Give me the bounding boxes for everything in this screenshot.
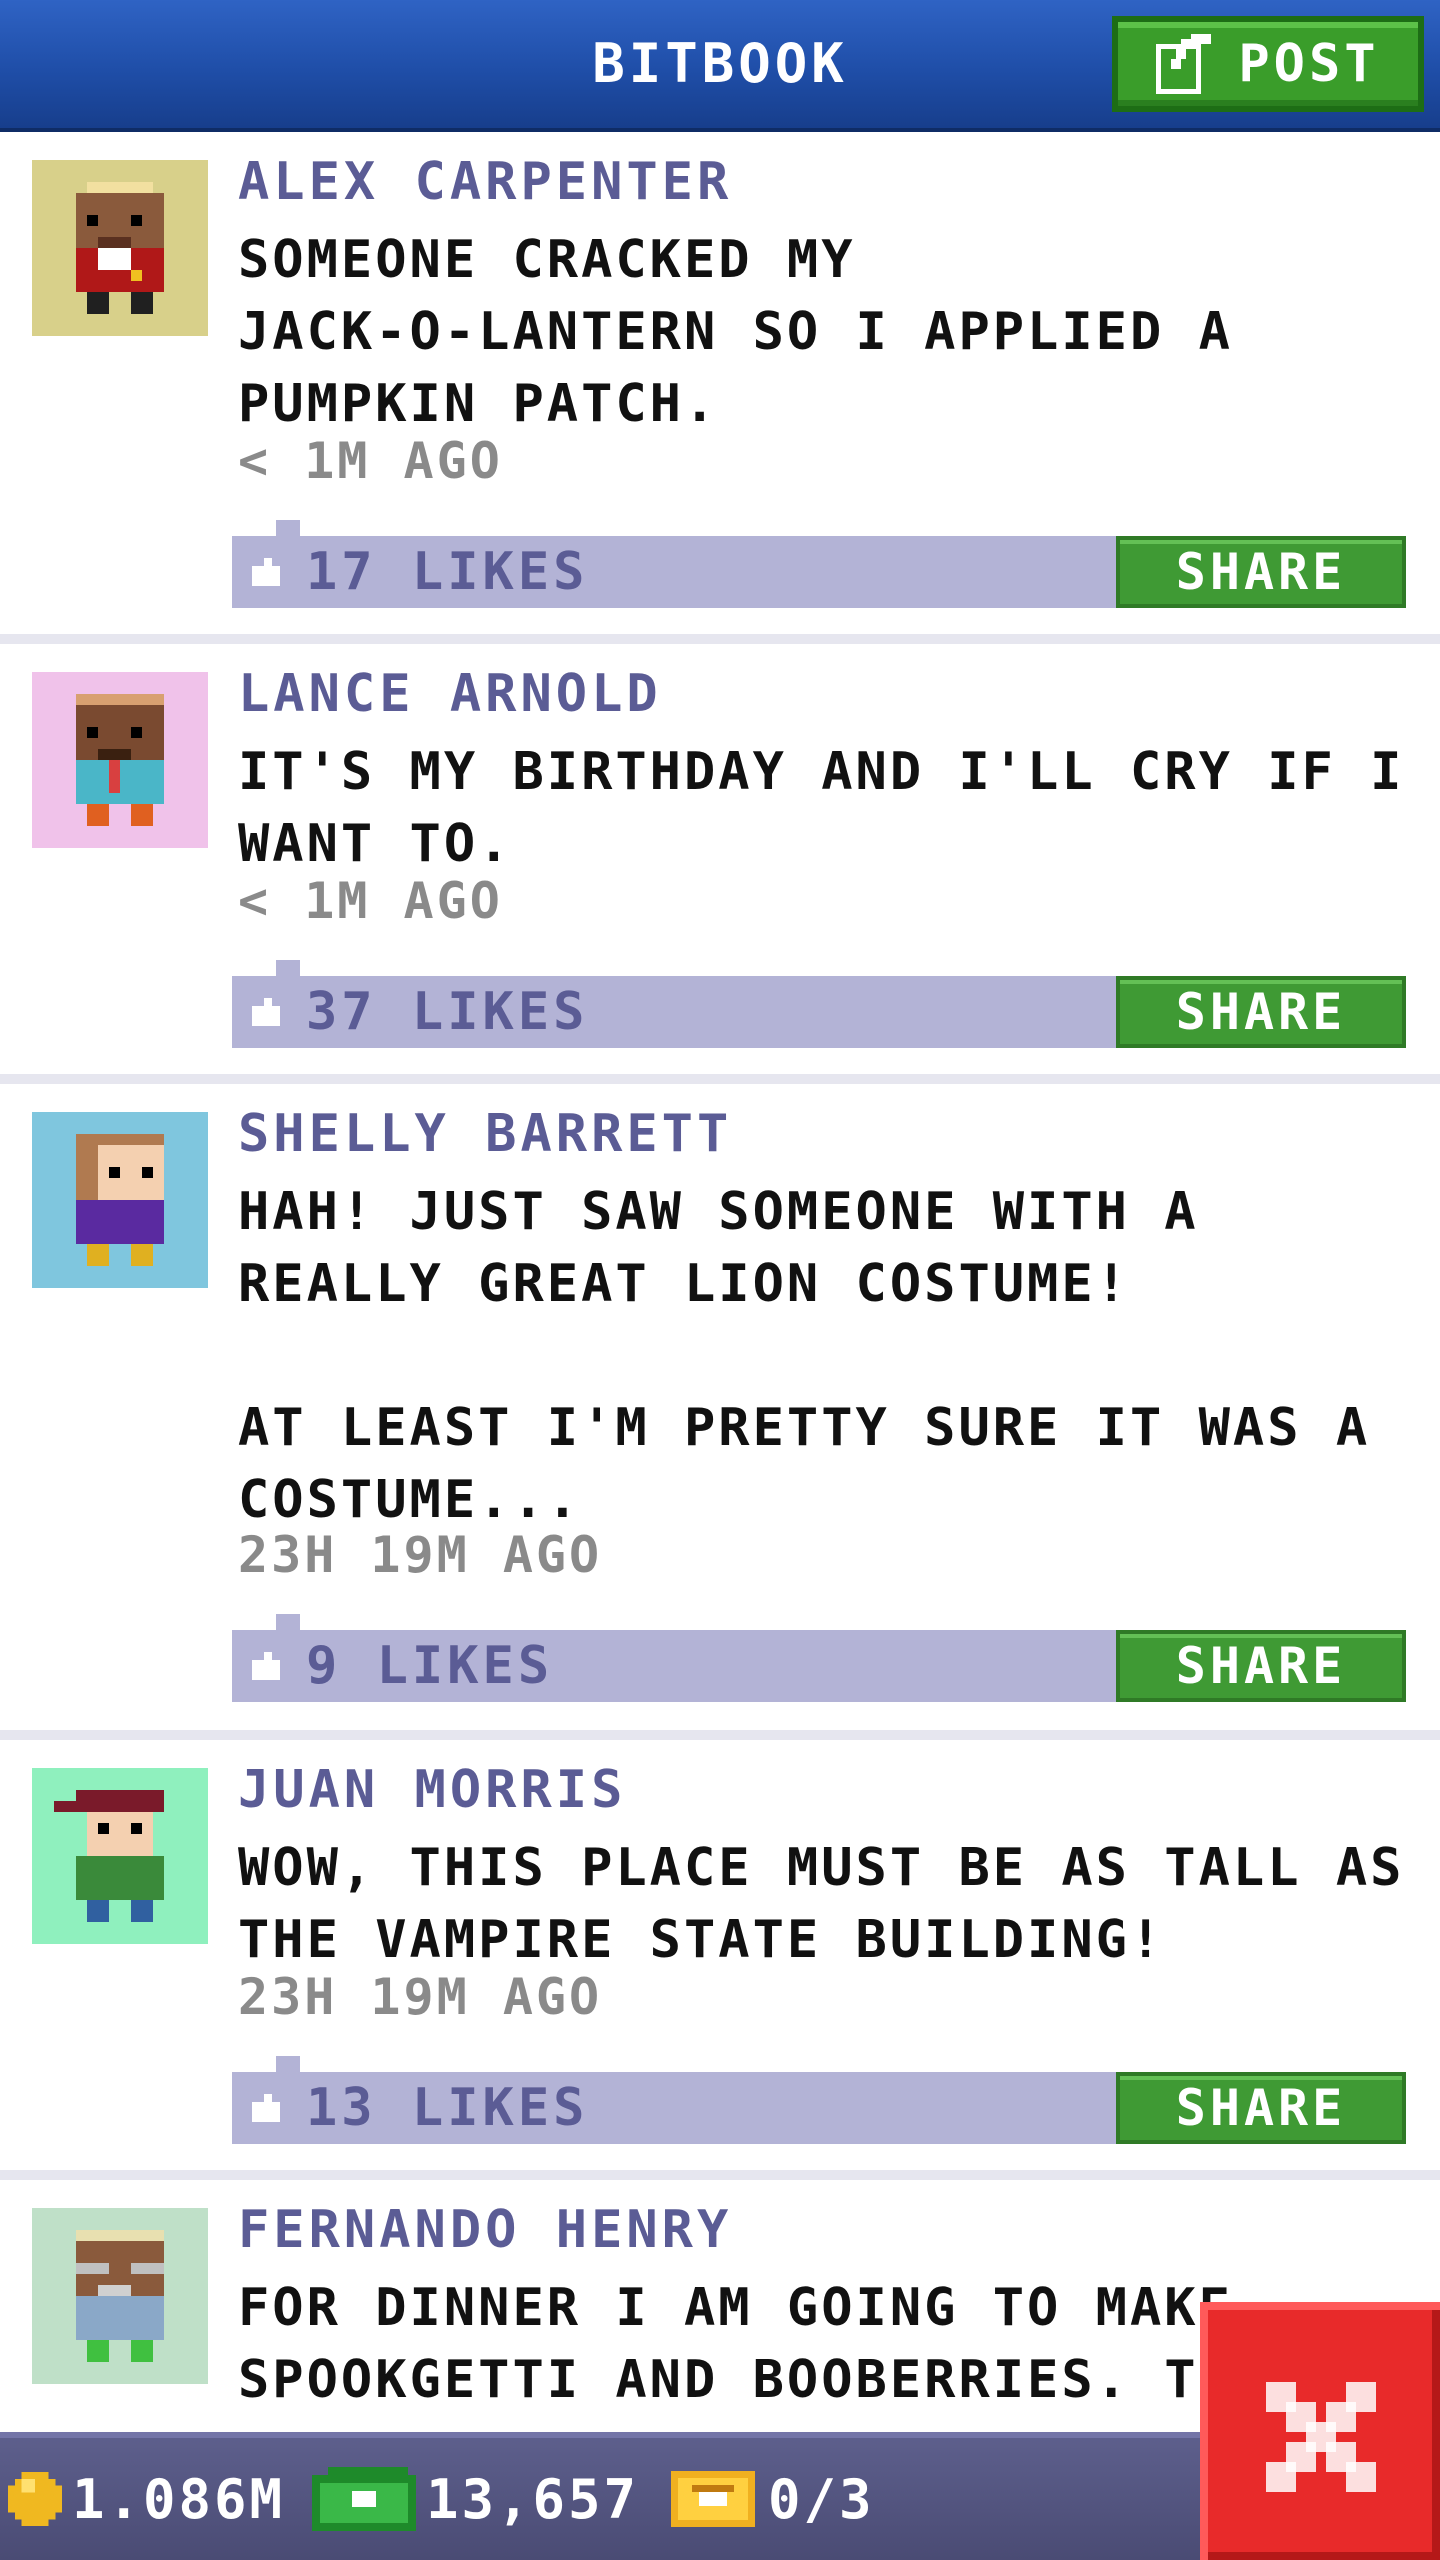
ticket-count: 0/3 <box>768 2467 875 2531</box>
feed-post: JUAN MORRIS WOW, THIS PLACE MUST BE AS T… <box>0 1740 1440 2180</box>
like-bar: 9 LIKES SHARE <box>232 1614 1406 1702</box>
post-author[interactable]: LANCE ARNOLD <box>238 664 662 724</box>
feed-post: ALEX CARPENTER SOMEONE CRACKED MY JACK-O… <box>0 132 1440 644</box>
app-header: BITBOOK POST <box>0 0 1440 132</box>
ticket-icon <box>668 2471 758 2527</box>
news-feed[interactable]: ALEX CARPENTER SOMEONE CRACKED MY JACK-O… <box>0 132 1440 2432</box>
avatar[interactable] <box>32 1768 208 1944</box>
like-bar: 17 LIKES SHARE <box>232 520 1406 608</box>
post-message: SOMEONE CRACKED MY JACK-O-LANTERN SO I A… <box>238 230 1233 434</box>
share-button[interactable]: SHARE <box>1116 1630 1406 1702</box>
coin-stat[interactable]: 1.086M <box>8 2438 285 2560</box>
share-button[interactable]: SHARE <box>1116 536 1406 608</box>
like-bar-bump <box>276 2056 300 2074</box>
post-message: HAH! JUST SAW SOMEONE WITH A REALLY GREA… <box>238 1182 1371 1530</box>
like-count: 9 LIKES <box>306 1636 554 1696</box>
post-author[interactable]: JUAN MORRIS <box>238 1760 626 1820</box>
coin-count: 1.086M <box>72 2467 286 2531</box>
cash-icon <box>312 2467 416 2531</box>
like-bar: 37 LIKES SHARE <box>232 960 1406 1048</box>
post-author[interactable]: FERNANDO HENRY <box>238 2200 732 2260</box>
post-author[interactable]: ALEX CARPENTER <box>238 152 732 212</box>
like-icon[interactable] <box>252 1652 280 1680</box>
post-time: < 1M AGO <box>238 872 503 930</box>
share-button[interactable]: SHARE <box>1116 2072 1406 2144</box>
post-button-label: POST <box>1238 34 1380 94</box>
like-count: 37 LIKES <box>306 982 589 1042</box>
feed-post: SHELLY BARRETT HAH! JUST SAW SOMEONE WIT… <box>0 1084 1440 1740</box>
like-count: 13 LIKES <box>306 2078 589 2138</box>
avatar[interactable] <box>32 672 208 848</box>
feed-post: LANCE ARNOLD IT'S MY BIRTHDAY AND I'LL C… <box>0 644 1440 1084</box>
like-icon[interactable] <box>252 2094 280 2122</box>
share-button[interactable]: SHARE <box>1116 976 1406 1048</box>
like-icon[interactable] <box>252 998 280 1026</box>
cash-count: 13,657 <box>426 2467 640 2531</box>
close-icon <box>1266 2382 1376 2492</box>
post-author[interactable]: SHELLY BARRETT <box>238 1104 732 1164</box>
cash-stat[interactable]: 13,657 <box>312 2438 639 2560</box>
edit-icon <box>1156 34 1216 94</box>
coin-icon <box>8 2472 62 2526</box>
like-icon[interactable] <box>252 558 280 586</box>
post-button[interactable]: POST <box>1112 16 1424 112</box>
post-time: 23H 19M AGO <box>238 1526 603 1584</box>
avatar[interactable] <box>32 1112 208 1288</box>
ticket-stat[interactable]: 0/3 <box>668 2438 875 2560</box>
post-message: WOW, THIS PLACE MUST BE AS TALL AS THE V… <box>238 1838 1405 1970</box>
like-bar-bump <box>276 520 300 538</box>
avatar[interactable] <box>32 160 208 336</box>
close-button[interactable] <box>1200 2302 1440 2560</box>
avatar[interactable] <box>32 2208 208 2384</box>
post-message: IT'S MY BIRTHDAY AND I'LL CRY IF I WANT … <box>238 742 1405 874</box>
post-time: < 1M AGO <box>238 432 503 490</box>
like-bar: 13 LIKES SHARE <box>232 2056 1406 2144</box>
post-time: 23H 19M AGO <box>238 1968 603 2026</box>
like-count: 17 LIKES <box>306 542 589 602</box>
like-bar-bump <box>276 960 300 978</box>
like-bar-bump <box>276 1614 300 1632</box>
